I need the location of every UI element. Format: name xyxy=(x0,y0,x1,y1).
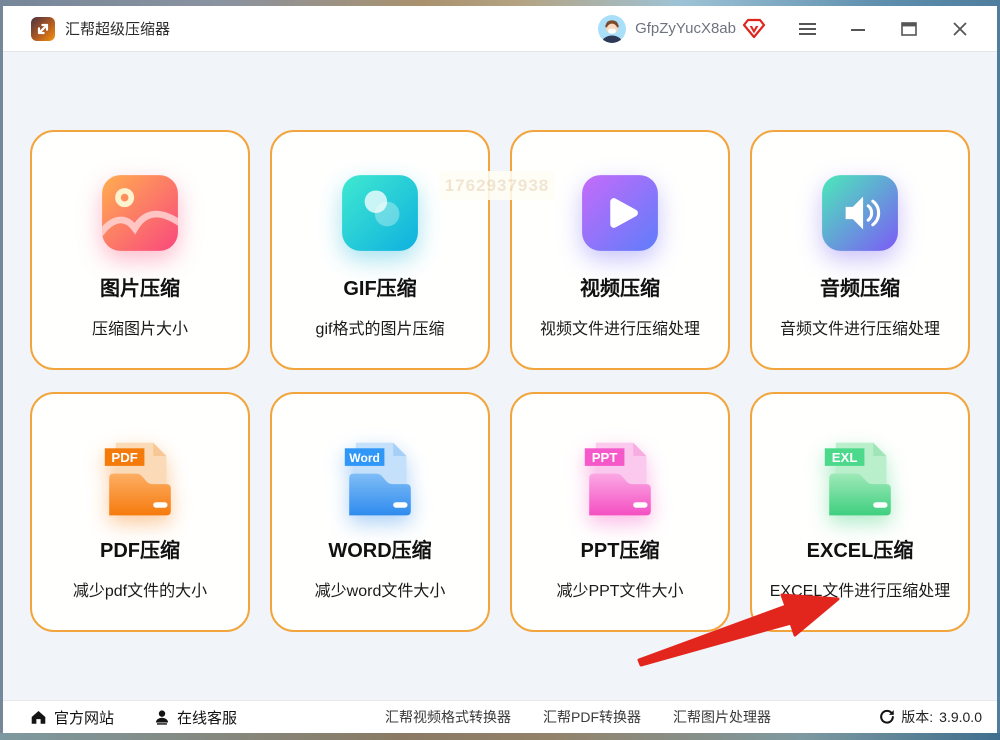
folder-badge-label: PDF xyxy=(111,450,137,465)
app-logo-icon xyxy=(30,16,56,42)
word-folder-icon: Word xyxy=(336,434,424,534)
card-audio-compress[interactable]: 音频压缩 音频文件进行压缩处理 xyxy=(750,130,970,370)
menu-button[interactable] xyxy=(798,20,816,38)
card-subtitle: 压缩图片大小 xyxy=(91,321,188,338)
card-subtitle: gif格式的图片压缩 xyxy=(315,321,445,338)
card-title: EXCEL压缩 xyxy=(806,540,914,562)
folder-badge-label: EXL xyxy=(832,450,858,465)
official-website-link[interactable]: 官方网站 xyxy=(30,707,114,728)
video-compress-icon xyxy=(579,172,661,272)
card-title: PPT压缩 xyxy=(580,540,660,562)
maximize-button[interactable] xyxy=(900,20,918,38)
official-website-label: 官方网站 xyxy=(54,709,115,727)
customer-service-icon xyxy=(154,709,170,725)
version-label: 版本: xyxy=(901,709,934,725)
folder-badge-label: PPT xyxy=(592,450,618,465)
card-video-compress[interactable]: 视频压缩 视频文件进行压缩处理 xyxy=(510,130,730,370)
app-window: 汇帮超级压缩器 GfpZyYucX8ab 图片压缩 压缩图片大小 GIF压缩 g… xyxy=(3,6,997,733)
video-converter-link[interactable]: 汇帮视频格式转换器 xyxy=(385,707,511,727)
card-title: 图片压缩 xyxy=(100,278,180,300)
card-image-compress[interactable]: 图片压缩 压缩图片大小 xyxy=(30,130,250,370)
close-button[interactable] xyxy=(951,20,969,38)
card-subtitle: 减少word文件大小 xyxy=(314,583,446,600)
audio-compress-icon xyxy=(819,172,901,272)
card-gif-compress[interactable]: GIF压缩 gif格式的图片压缩 xyxy=(270,130,490,370)
version-update-button[interactable]: 版本: 3.9.0.0 xyxy=(879,701,982,733)
card-title: 视频压缩 xyxy=(580,278,660,300)
card-excel-compress[interactable]: EXL EXCEL压缩 EXCEL文件进行压缩处理 xyxy=(750,392,970,632)
card-title: 音频压缩 xyxy=(820,278,900,300)
minimize-button[interactable] xyxy=(849,20,867,38)
online-service-label: 在线客服 xyxy=(177,709,238,727)
card-title: PDF压缩 xyxy=(100,540,180,562)
refresh-icon xyxy=(879,709,895,725)
card-pdf-compress[interactable]: PDF PDF压缩 减少pdf文件的大小 xyxy=(30,392,250,632)
feature-grid: 图片压缩 压缩图片大小 GIF压缩 gif格式的图片压缩 视频压缩 视频文件进行… xyxy=(30,130,970,632)
card-word-compress[interactable]: Word WORD压缩 减少word文件大小 xyxy=(270,392,490,632)
gif-compress-icon xyxy=(339,172,421,272)
desktop-background: 汇帮超级压缩器 GfpZyYucX8ab 图片压缩 压缩图片大小 GIF压缩 g… xyxy=(0,0,1000,740)
card-subtitle: EXCEL文件进行压缩处理 xyxy=(769,583,951,600)
image-processor-link[interactable]: 汇帮图片处理器 xyxy=(673,707,771,727)
card-subtitle: 视频文件进行压缩处理 xyxy=(539,321,700,338)
username: GfpZyYucX8ab xyxy=(635,20,736,37)
card-ppt-compress[interactable]: PPT PPT压缩 减少PPT文件大小 xyxy=(510,392,730,632)
vip-badge-icon[interactable] xyxy=(743,18,765,39)
card-title: WORD压缩 xyxy=(328,540,432,562)
card-title: GIF压缩 xyxy=(343,278,417,300)
pdf-folder-icon: PDF xyxy=(96,434,184,534)
version-value: 3.9.0.0 xyxy=(939,709,982,725)
ppt-folder-icon: PPT xyxy=(576,434,664,534)
titlebar: 汇帮超级压缩器 GfpZyYucX8ab xyxy=(3,6,997,52)
excel-folder-icon: EXL xyxy=(816,434,904,534)
card-subtitle: 音频文件进行压缩处理 xyxy=(779,321,940,338)
folder-badge-label: Word xyxy=(349,451,380,465)
card-subtitle: 减少pdf文件的大小 xyxy=(72,583,208,600)
app-title: 汇帮超级压缩器 xyxy=(65,21,171,38)
pdf-converter-link[interactable]: 汇帮PDF转换器 xyxy=(543,707,641,727)
online-service-link[interactable]: 在线客服 xyxy=(154,707,237,728)
user-avatar xyxy=(598,14,627,43)
card-subtitle: 减少PPT文件大小 xyxy=(556,583,684,600)
desktop-bottom-strip xyxy=(0,733,1000,740)
image-compress-icon xyxy=(99,172,181,272)
footer: 官方网站 在线客服 汇帮视频格式转换器 汇帮PDF转换器 汇帮图片处理器 版本:… xyxy=(3,700,997,733)
main-content: 图片压缩 压缩图片大小 GIF压缩 gif格式的图片压缩 视频压缩 视频文件进行… xyxy=(3,52,997,700)
home-icon xyxy=(30,709,47,725)
user-account-button[interactable]: GfpZyYucX8ab xyxy=(598,14,765,43)
